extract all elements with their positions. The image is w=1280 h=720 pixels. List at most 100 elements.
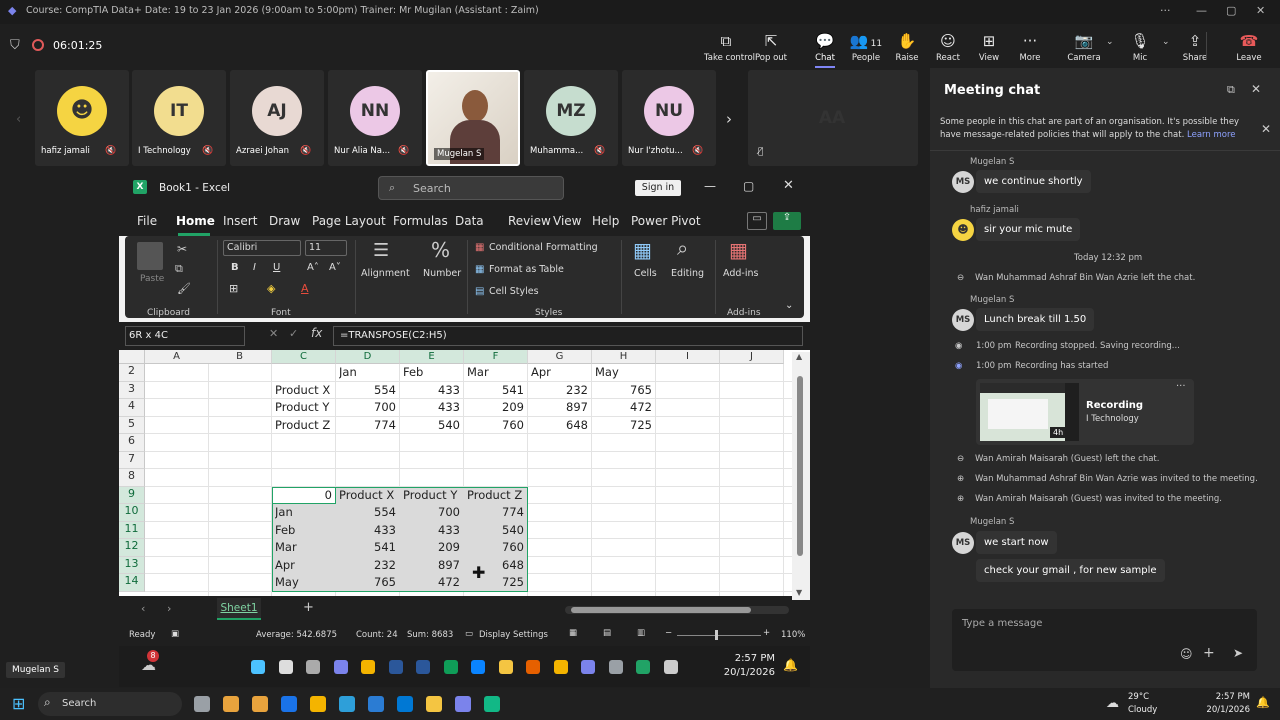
- emoji-icon[interactable]: ☺: [1180, 647, 1193, 661]
- chrome-icon[interactable]: [252, 696, 268, 712]
- sheets-icon[interactable]: [443, 660, 458, 674]
- ribbon-tab-insert[interactable]: Insert: [223, 214, 257, 228]
- table-cell[interactable]: 472: [595, 399, 655, 417]
- popout-chat-icon[interactable]: ⧉: [1227, 83, 1235, 97]
- recording-card[interactable]: 4h Recording I Technology ···: [976, 379, 1194, 445]
- toolbar-leave-button[interactable]: ☎ Leave: [1227, 31, 1271, 63]
- table-cell[interactable]: 209: [467, 399, 527, 417]
- table-cell[interactable]: Mar: [275, 539, 335, 557]
- chat-message[interactable]: we start now: [976, 531, 1057, 554]
- prev-participants-icon[interactable]: ‹: [16, 112, 21, 127]
- participant-tile[interactable]: Mugelan S: [426, 70, 520, 166]
- table-cell[interactable]: 897: [531, 399, 591, 417]
- table-cell[interactable]: 765: [339, 574, 399, 592]
- table-cell[interactable]: 232: [339, 557, 399, 575]
- toolbar-mic-button[interactable]: 🎙 Mic: [1118, 31, 1162, 63]
- table-cell[interactable]: 541: [339, 539, 399, 557]
- table-cell[interactable]: 540: [467, 522, 527, 540]
- excel-minimize-button[interactable]: —: [704, 179, 716, 193]
- table-cell[interactable]: Jan: [339, 364, 399, 382]
- ribbon-tab-data[interactable]: Data: [455, 214, 484, 228]
- edge-icon[interactable]: [397, 696, 413, 712]
- table-cell[interactable]: 760: [467, 417, 527, 435]
- scrollbar-thumb[interactable]: [797, 376, 803, 556]
- toolbar-people-button[interactable]: 👥 11 People: [844, 31, 888, 63]
- prev-sheet-icon[interactable]: ‹: [141, 602, 145, 615]
- column-header[interactable]: H: [592, 350, 656, 364]
- name-box[interactable]: 6R x 4C: [125, 326, 245, 346]
- notifications-icon[interactable]: 🔔: [1256, 696, 1270, 709]
- teams-icon[interactable]: [581, 660, 595, 674]
- scrollbar-thumb[interactable]: [571, 607, 751, 613]
- ribbon-tab-help[interactable]: Help: [592, 214, 619, 228]
- row-header[interactable]: 4: [119, 399, 145, 417]
- chrome-icon[interactable]: [223, 696, 239, 712]
- table-cell[interactable]: 433: [403, 522, 463, 540]
- table-cell[interactable]: 433: [403, 399, 463, 417]
- task-view-icon[interactable]: [194, 696, 210, 712]
- format-as-table-button[interactable]: Format as Table: [489, 264, 564, 275]
- table-cell[interactable]: Apr: [275, 557, 335, 575]
- table-cell[interactable]: 760: [467, 539, 527, 557]
- row-header[interactable]: 5: [119, 416, 145, 434]
- minimize-button[interactable]: —: [1196, 4, 1207, 17]
- settings-icon[interactable]: [608, 660, 623, 674]
- next-participants-icon[interactable]: ›: [726, 110, 732, 128]
- edge-icon[interactable]: [471, 660, 485, 674]
- zoom-slider[interactable]: [677, 635, 761, 636]
- table-cell[interactable]: 554: [339, 382, 399, 400]
- table-cell[interactable]: 554: [339, 504, 399, 522]
- column-header[interactable]: A: [145, 350, 209, 364]
- zoom-out-icon[interactable]: −: [665, 628, 672, 638]
- table-cell[interactable]: 765: [595, 382, 655, 400]
- column-header[interactable]: F: [464, 350, 528, 364]
- collapse-ribbon-icon[interactable]: ⌄: [785, 300, 793, 311]
- column-header[interactable]: D: [336, 350, 400, 364]
- store-icon[interactable]: [339, 696, 355, 712]
- table-cell[interactable]: Apr: [531, 364, 591, 382]
- add-sheet-icon[interactable]: +: [303, 600, 314, 615]
- formula-input[interactable]: =TRANSPOSE(C2:H5): [333, 326, 803, 346]
- toolbar-camera-button[interactable]: 📷 Camera: [1062, 31, 1106, 63]
- excel-icon[interactable]: [636, 660, 650, 674]
- toolbar-react-button[interactable]: ☺ React: [926, 31, 970, 63]
- ribbon-tab-power-pivot[interactable]: Power Pivot: [631, 214, 701, 228]
- increase-font-icon[interactable]: A˄: [307, 262, 319, 273]
- windows-start-icon[interactable]: ⊞: [12, 694, 25, 713]
- chat-message[interactable]: Lunch break till 1.50: [976, 308, 1095, 331]
- ribbon-tab-file[interactable]: File: [137, 214, 157, 228]
- column-header[interactable]: B: [208, 350, 272, 364]
- paste-button[interactable]: Paste: [140, 274, 164, 284]
- sign-in-button[interactable]: Sign in: [635, 180, 681, 196]
- alignment-button[interactable]: Alignment: [361, 268, 410, 279]
- ribbon-tab-draw[interactable]: Draw: [269, 214, 300, 228]
- file-explorer-icon[interactable]: [498, 660, 513, 674]
- notes-icon[interactable]: [484, 696, 500, 712]
- table-cell[interactable]: 700: [339, 399, 399, 417]
- column-header[interactable]: G: [528, 350, 592, 364]
- font-name-select[interactable]: Calibri: [223, 240, 301, 256]
- zoom-in-icon[interactable]: +: [763, 628, 770, 638]
- column-header[interactable]: C: [272, 350, 336, 364]
- display-settings-button[interactable]: Display Settings: [479, 630, 548, 640]
- participant-tile[interactable]: ☻ hafiz jamali 🔇: [35, 70, 129, 166]
- attach-plus-icon[interactable]: +: [1203, 645, 1215, 661]
- more-options-icon[interactable]: ···: [1160, 4, 1171, 17]
- row-header[interactable]: 7: [119, 451, 145, 469]
- ribbon-tab-review[interactable]: Review: [508, 214, 551, 228]
- toolbar-chat-button[interactable]: 💬 Chat: [803, 31, 847, 68]
- chat-message[interactable]: we continue shortly: [976, 170, 1091, 193]
- page-break-view-icon[interactable]: ▥: [637, 628, 645, 638]
- accessibility-icon[interactable]: ▣: [171, 629, 179, 639]
- windows-start-icon[interactable]: [251, 660, 265, 674]
- toolbar-more-button[interactable]: ··· More: [1008, 31, 1052, 63]
- close-button[interactable]: ✕: [1256, 4, 1265, 17]
- excel-close-button[interactable]: ✕: [783, 178, 794, 193]
- maximize-button[interactable]: ▢: [1226, 4, 1236, 17]
- table-cell[interactable]: Jan: [275, 504, 335, 522]
- table-cell[interactable]: 232: [531, 382, 591, 400]
- decrease-font-icon[interactable]: A˅: [329, 262, 341, 273]
- font-color-icon[interactable]: A: [301, 282, 309, 295]
- table-cell[interactable]: Product X: [339, 487, 399, 505]
- table-cell[interactable]: 433: [339, 522, 399, 540]
